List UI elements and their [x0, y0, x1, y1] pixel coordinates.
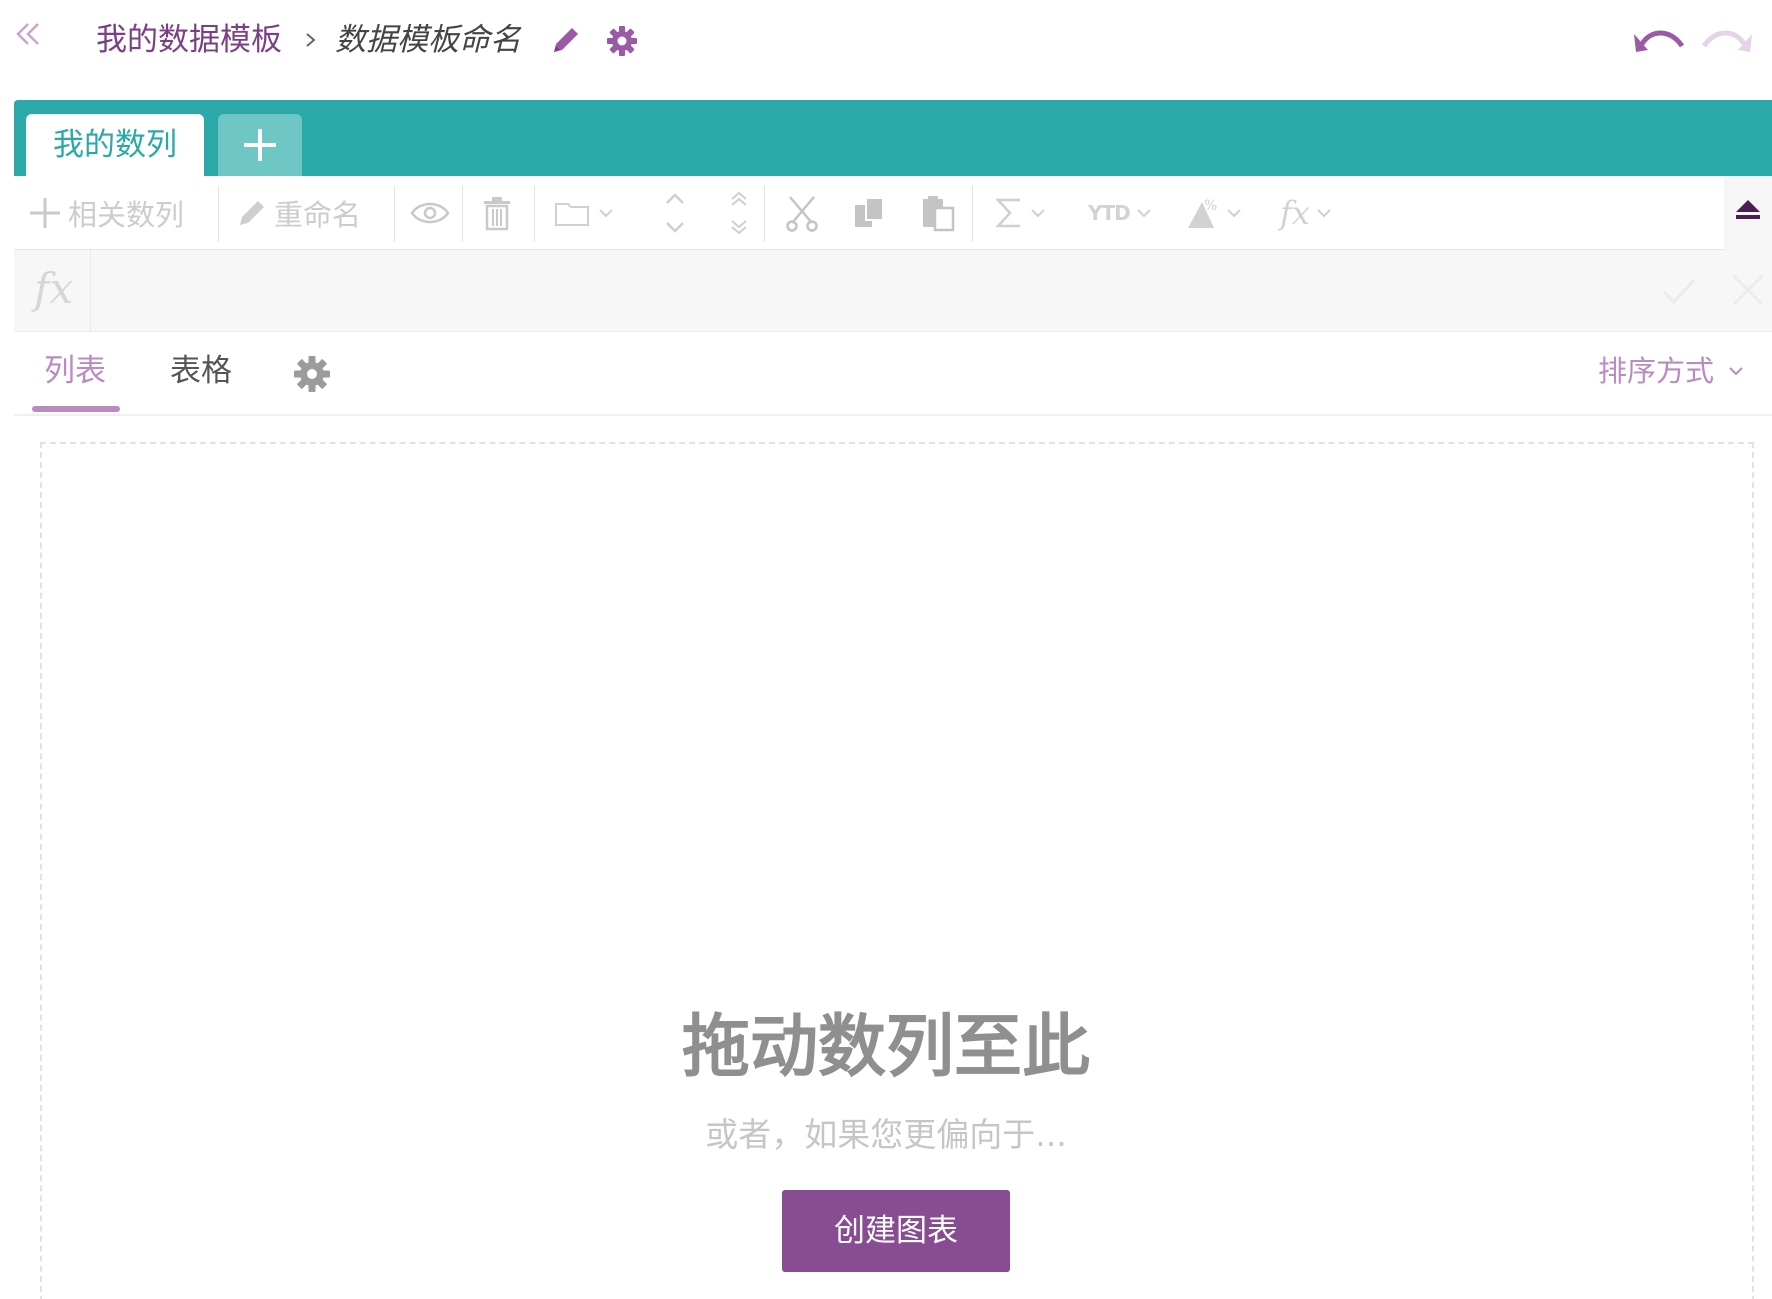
paste-icon: [923, 196, 955, 232]
gear-icon[interactable]: [292, 354, 332, 394]
cut-icon: [786, 196, 818, 232]
breadcrumb-root[interactable]: 我的数据模板: [96, 20, 282, 60]
folder-dropdown-button[interactable]: [554, 176, 616, 250]
chevron-down-icon: [1317, 209, 1331, 218]
dropzone-title: 拖动数列至此: [681, 1008, 1090, 1087]
collapse-toolbar-button[interactable]: [1724, 176, 1772, 250]
copy-icon: [855, 197, 884, 227]
view-tabs: 列表 表格 排序方式: [14, 332, 1772, 416]
sigma-icon: [995, 198, 1020, 228]
delete-button[interactable]: [482, 176, 512, 250]
undo-icon[interactable]: [1632, 24, 1686, 58]
eye-icon: [410, 202, 450, 224]
tab-list[interactable]: 列表: [44, 350, 106, 392]
tab-my-series[interactable]: 我的数列: [26, 114, 204, 176]
move-up-down-icon: [666, 193, 684, 233]
rename-button[interactable]: 重命名: [236, 176, 361, 250]
breadcrumb-current: 数据模板命名: [335, 22, 521, 58]
gear-icon[interactable]: [605, 24, 639, 58]
redo-icon[interactable]: [1700, 24, 1754, 58]
toolbar-divider: [462, 186, 463, 242]
percent-icon: %: [1188, 198, 1217, 228]
pencil-icon[interactable]: [548, 24, 582, 58]
fx-icon: fx: [34, 264, 74, 313]
ytd-icon: YTD: [1088, 201, 1131, 225]
create-chart-button[interactable]: 创建图表: [782, 1190, 1010, 1272]
plus-icon: [30, 198, 60, 228]
dropzone-subtitle: 或者，如果您更偏向于...: [705, 1115, 1067, 1154]
breadcrumb-separator-icon: [306, 33, 316, 47]
formula-bar: fx: [14, 250, 1772, 332]
toolbar-divider: [394, 186, 395, 242]
move-top-bottom-button[interactable]: [726, 176, 752, 250]
series-tab-strip: 我的数列: [14, 100, 1772, 176]
toolbar-divider: [764, 186, 765, 242]
sort-label: 排序方式: [1598, 354, 1715, 388]
cut-button[interactable]: [784, 176, 820, 250]
plus-icon: [244, 129, 276, 161]
add-related-series-button[interactable]: 相关数列: [28, 176, 184, 250]
chevron-down-icon: [1137, 209, 1151, 218]
check-icon[interactable]: [1660, 272, 1698, 310]
formula-input[interactable]: [104, 264, 1644, 318]
chevron-down-icon: [1227, 209, 1241, 218]
paste-button[interactable]: [920, 176, 956, 250]
top-header: 我的数据模板 数据模板命名: [0, 0, 1772, 88]
rename-label: 重命名: [274, 198, 362, 232]
add-related-series-label: 相关数列: [68, 198, 185, 232]
trash-icon: [484, 197, 510, 231]
pencil-icon: [240, 201, 264, 225]
chevron-down-icon: [599, 209, 613, 218]
chevron-down-icon: [1729, 367, 1743, 376]
toggle-visibility-button[interactable]: [410, 176, 450, 250]
toolbar-divider: [534, 186, 535, 242]
close-icon[interactable]: [1730, 272, 1766, 308]
toolbar-divider: [218, 186, 219, 242]
double-chevron-left-icon[interactable]: [12, 18, 44, 50]
series-toolbar: 相关数列 重命名 YTD % fx: [14, 176, 1724, 250]
aggregate-dropdown-button[interactable]: [994, 176, 1048, 250]
folder-icon: [555, 203, 589, 226]
series-drop-area: [14, 418, 1772, 1299]
active-tab-indicator: [32, 406, 120, 412]
ytd-dropdown-button[interactable]: YTD: [1088, 176, 1154, 250]
add-tab-button[interactable]: [218, 114, 302, 176]
app-page: 我的数据模板 数据模板命名 我的数列 相关数列 重命名 YTD % fx fx …: [0, 0, 1772, 1299]
copy-button[interactable]: [852, 176, 888, 250]
move-top-bottom-icon: [731, 191, 747, 235]
dropzone-border[interactable]: [40, 442, 1754, 1299]
fx-icon: fx: [1280, 194, 1310, 232]
toolbar-divider: [972, 186, 973, 242]
tab-table[interactable]: 表格: [170, 350, 232, 392]
chevron-down-icon: [1031, 209, 1045, 218]
collapse-up-icon: [1736, 200, 1760, 219]
svg-text:%: %: [1204, 198, 1217, 214]
move-up-down-button[interactable]: [662, 176, 688, 250]
percent-dropdown-button[interactable]: %: [1184, 176, 1244, 250]
function-dropdown-button[interactable]: fx: [1280, 176, 1334, 250]
formula-divider: [90, 250, 91, 332]
sort-dropdown[interactable]: 排序方式: [1598, 350, 1746, 392]
